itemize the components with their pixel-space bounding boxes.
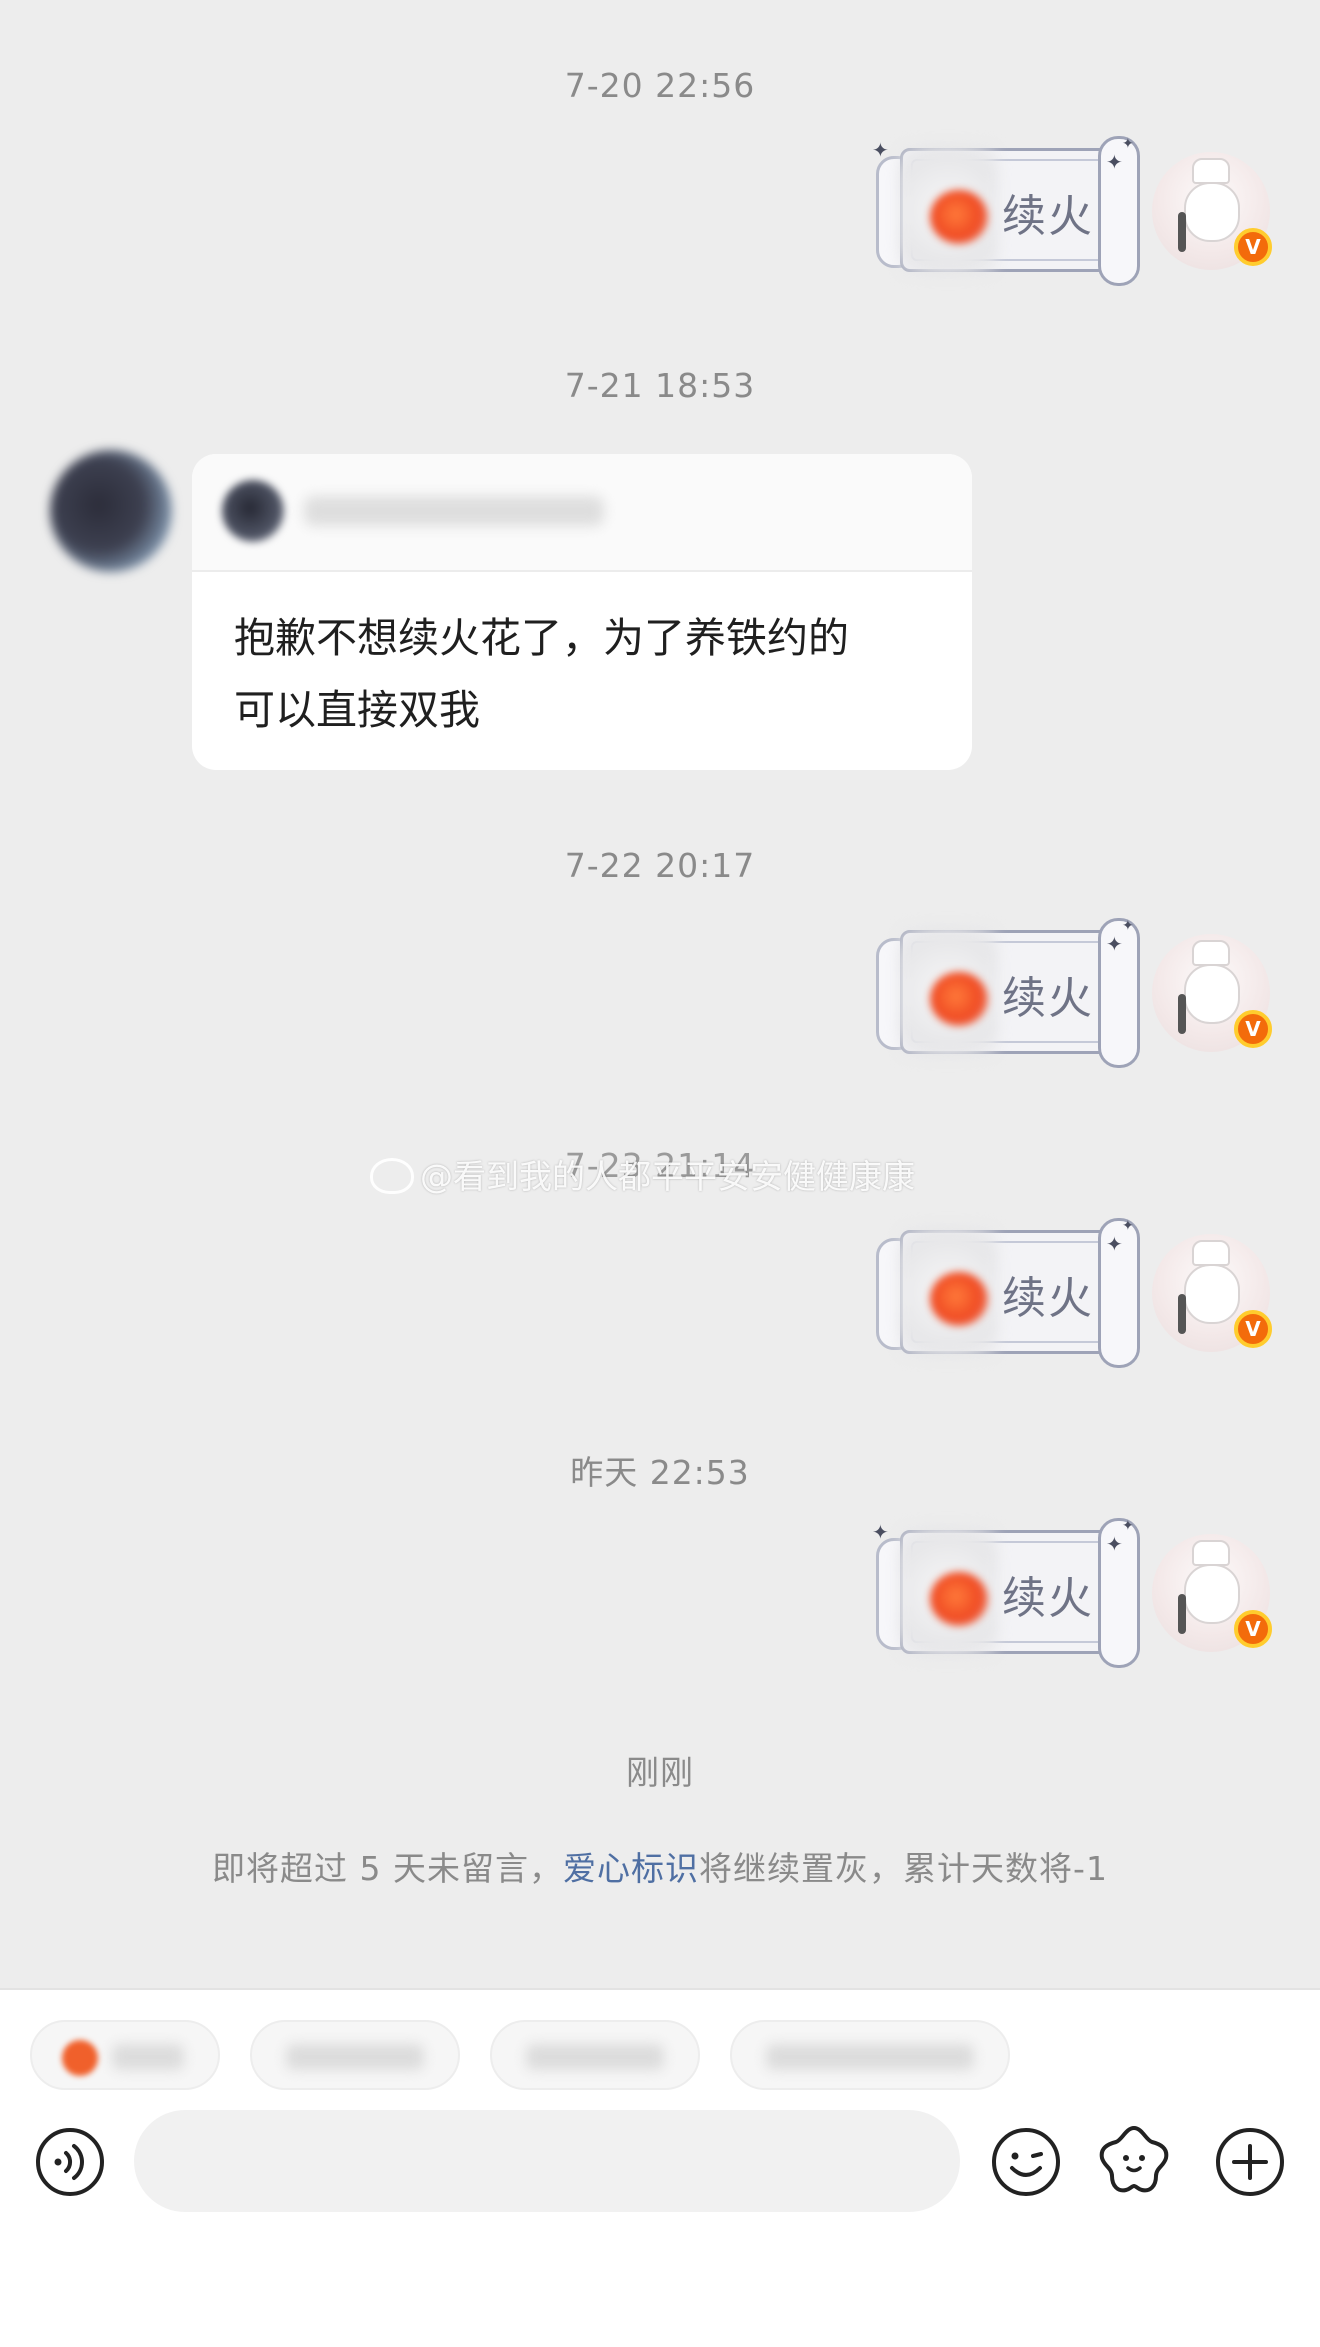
sparkle-icon: ✦ [1106, 1532, 1123, 1556]
sticker-message[interactable]: 续火 ✦ ✦ [870, 1218, 1140, 1368]
my-avatar[interactable]: V [1152, 1234, 1272, 1352]
incoming-message-bubble[interactable]: 抱歉不想续火花了，为了养铁约的 可以直接双我 [192, 454, 972, 770]
voice-icon[interactable] [32, 2124, 108, 2200]
sticker-message[interactable]: 续火 ✦ ✦ [870, 918, 1140, 1068]
sparkle-icon: ✦ [872, 1520, 889, 1544]
my-avatar[interactable]: V [1152, 1534, 1272, 1652]
watermark: @看到我的人都平平安安健健康康 [370, 1150, 915, 1198]
input-row [0, 2110, 1320, 2220]
sticker-label: 续火 [1002, 191, 1094, 242]
sticker-message[interactable]: 续火 ✦ ✦ ✦ [870, 1518, 1140, 1668]
sparkle-icon: ✦ [1106, 1232, 1123, 1256]
message-text: 抱歉不想续火花了，为了养铁约的 可以直接双我 [234, 602, 934, 746]
contact-avatar[interactable] [50, 450, 172, 572]
timestamp: 7-20 22:56 [564, 66, 756, 105]
message-line: 可以直接双我 [234, 686, 480, 734]
plus-icon[interactable] [1212, 2124, 1288, 2200]
quick-reply-chip[interactable] [250, 2020, 460, 2090]
sparkle-icon: ✦ [1106, 932, 1123, 956]
sparkle-icon: ✦ [1122, 1218, 1134, 1234]
timestamp: 昨天 22:53 [570, 1453, 750, 1492]
my-avatar[interactable]: V [1152, 934, 1272, 1052]
fire-icon [930, 972, 988, 1026]
fire-icon [930, 1572, 988, 1626]
quoted-text-blurred [304, 496, 604, 526]
sparkle-icon: ✦ [1122, 136, 1134, 152]
timestamp: 刚刚 [626, 1753, 694, 1792]
sticker-message[interactable]: 续火 ✦ ✦ ✦ [870, 136, 1140, 286]
chat-area[interactable]: 7-20 22:56 续火 ✦ ✦ ✦ V 7-21 18:53 抱歉不想续火花… [0, 0, 1320, 1988]
my-avatar[interactable]: V [1152, 152, 1272, 270]
sticker-label: 续火 [1002, 1273, 1094, 1324]
sparkle-icon: ✦ [1106, 150, 1123, 174]
bottom-bar [0, 1988, 1320, 2347]
sticker-label: 续火 [1002, 1573, 1094, 1624]
quick-reply-chip[interactable] [30, 2020, 220, 2090]
sticker-label: 续火 [1002, 973, 1094, 1024]
quoted-message[interactable] [192, 454, 972, 572]
quoted-avatar [222, 480, 284, 542]
verified-badge-icon: V [1234, 1310, 1272, 1348]
sparkle-icon: ✦ [1122, 1518, 1134, 1534]
verified-badge-icon: V [1234, 1610, 1272, 1648]
sparkle-icon: ✦ [872, 138, 889, 162]
message-line: 抱歉不想续火花了，为了养铁约的 [234, 614, 849, 662]
timestamp: 7-22 20:17 [564, 846, 756, 885]
timestamp: 7-21 18:53 [564, 366, 756, 405]
verified-badge-icon: V [1234, 1010, 1272, 1048]
streak-notice: 即将超过 5 天未留言，爱心标识将继续置灰，累计天数将-1 [212, 1849, 1108, 1888]
emoji-icon[interactable] [988, 2124, 1064, 2200]
sticker-icon[interactable] [1096, 2122, 1172, 2198]
fire-icon [930, 1272, 988, 1326]
quick-reply-chip[interactable] [490, 2020, 700, 2090]
verified-badge-icon: V [1234, 228, 1272, 266]
weibo-logo-icon [370, 1157, 414, 1194]
sparkle-icon: ✦ [1122, 918, 1134, 934]
message-input[interactable] [134, 2110, 960, 2212]
heart-badge-link[interactable]: 爱心标识 [563, 1849, 699, 1888]
fire-icon [62, 2040, 98, 2076]
fire-icon [930, 190, 988, 244]
quick-reply-chip[interactable] [730, 2020, 1010, 2090]
